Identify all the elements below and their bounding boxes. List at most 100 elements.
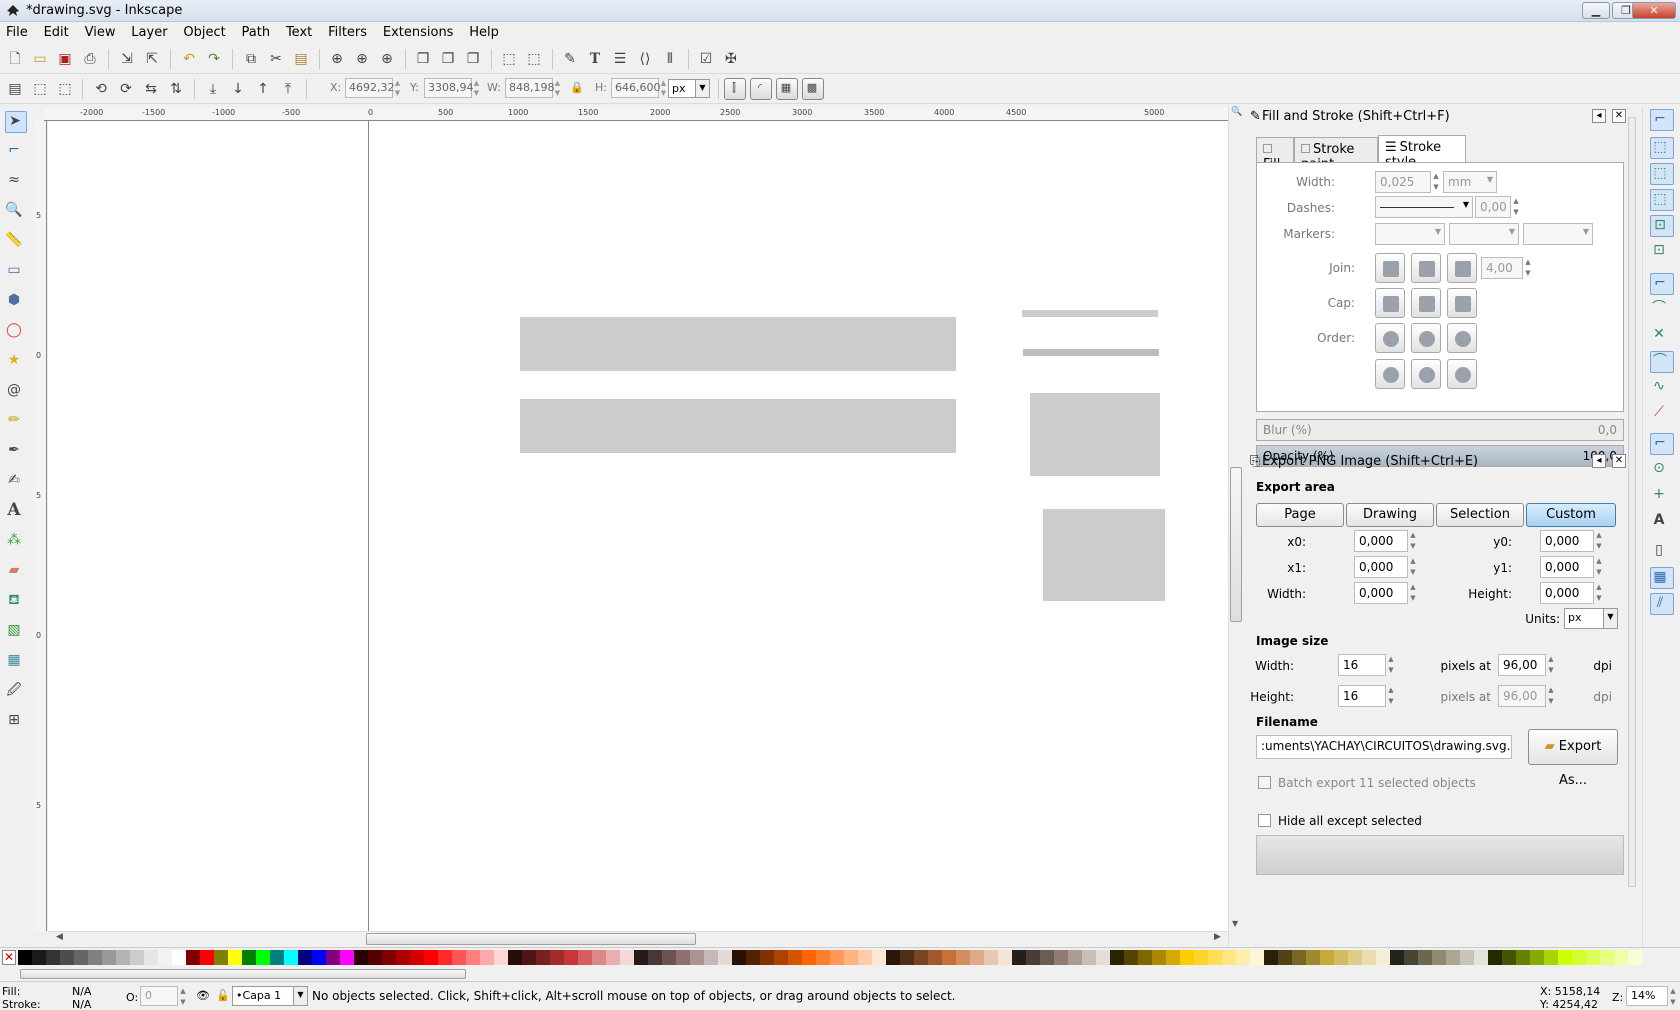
mid-marker-select[interactable]: ▼ (1449, 223, 1519, 245)
vertical-scrollbar[interactable]: 🔍 ▼ (1228, 107, 1242, 946)
color-swatch[interactable] (956, 950, 970, 965)
panel-iconify-icon[interactable]: ◂ (1592, 109, 1606, 123)
gradient-tool[interactable]: ▧ (5, 621, 27, 643)
layer-select[interactable]: •Capa 1 ▼ (232, 986, 308, 1006)
miter-limit-spinner[interactable]: ▲ ▼ (1523, 257, 1533, 279)
color-swatch[interactable] (32, 950, 46, 965)
color-swatch[interactable] (522, 950, 536, 965)
color-swatch[interactable] (900, 950, 914, 965)
color-swatch[interactable] (1376, 950, 1390, 965)
menu-layer[interactable]: Layer (125, 22, 173, 40)
select-all-button[interactable]: ▤ (6, 80, 24, 98)
color-swatch[interactable] (1530, 950, 1544, 965)
raise-button[interactable]: ↑ (254, 80, 272, 98)
image-height-field[interactable]: 16 (1338, 685, 1386, 707)
ellipse-tool[interactable]: ◯ (5, 321, 27, 343)
color-swatch[interactable] (410, 950, 424, 965)
order-stroke-fill-markers-button[interactable] (1411, 323, 1441, 353)
order-fill-markers-stroke-button[interactable] (1447, 323, 1477, 353)
import-button[interactable]: ⇲ (118, 50, 136, 68)
snap-page-border-button[interactable]: ▯ (1650, 541, 1674, 563)
start-marker-select[interactable]: ▼ (1375, 223, 1445, 245)
color-swatch[interactable] (1418, 950, 1432, 965)
spiral-tool[interactable]: @ (5, 381, 27, 403)
color-swatch[interactable] (1320, 950, 1334, 965)
color-swatch[interactable] (1124, 950, 1138, 965)
color-swatch[interactable] (1264, 950, 1278, 965)
order-markers-stroke-fill-button[interactable] (1447, 359, 1477, 389)
color-swatch[interactable] (1208, 950, 1222, 965)
snap-grid-button[interactable]: ▦ (1650, 567, 1674, 589)
color-swatch[interactable] (634, 950, 648, 965)
color-swatch[interactable] (970, 950, 984, 965)
color-swatch[interactable] (88, 950, 102, 965)
color-swatch[interactable] (396, 950, 410, 965)
export-height-spinner[interactable]: ▲ ▼ (1594, 582, 1604, 604)
color-swatch[interactable] (1082, 950, 1096, 965)
transform-patterns-toggle[interactable]: ▩ (802, 78, 824, 100)
round-join-button[interactable] (1411, 253, 1441, 283)
copy-button[interactable]: ⧉ (242, 50, 260, 68)
color-swatch[interactable] (1026, 950, 1040, 965)
color-swatch[interactable] (382, 950, 396, 965)
h-spinner[interactable]: ▲ ▼ (659, 78, 668, 98)
color-swatch[interactable] (200, 950, 214, 965)
menu-extensions[interactable]: Extensions (377, 22, 460, 40)
y1-spinner[interactable]: ▲ ▼ (1594, 556, 1604, 578)
snap-toggle-button[interactable]: ⌐ (1650, 109, 1674, 131)
menu-edit[interactable]: Edit (38, 22, 75, 40)
tab-stroke-style[interactable]: ☰Stroke style (1378, 135, 1466, 170)
color-swatch[interactable] (116, 950, 130, 965)
snap-bbox-edge-button[interactable]: ⬚ (1650, 163, 1674, 185)
export-as-button[interactable]: ▰ Export As... (1528, 729, 1618, 788)
order-markers-fill-stroke-button[interactable] (1375, 359, 1405, 389)
color-swatch[interactable] (746, 950, 760, 965)
rectangle-shape[interactable] (520, 317, 956, 371)
image-width-spinner[interactable]: ▲ ▼ (1386, 654, 1396, 676)
color-swatch[interactable] (1502, 950, 1516, 965)
panel-close-icon[interactable]: ✕ (1612, 454, 1626, 468)
color-swatch[interactable] (312, 950, 326, 965)
color-swatch[interactable] (256, 950, 270, 965)
raise-to-top-button[interactable]: ⤒ (279, 80, 297, 98)
color-swatch[interactable] (494, 950, 508, 965)
star-tool[interactable]: ★ (5, 351, 27, 373)
color-swatch[interactable] (578, 950, 592, 965)
text-font-dialog-button[interactable]: T (586, 50, 604, 68)
color-swatch[interactable] (872, 950, 886, 965)
dock-scrollbar[interactable] (1628, 117, 1636, 887)
color-swatch[interactable] (1404, 950, 1418, 965)
zoom-drawing-button[interactable]: ⊕ (353, 50, 371, 68)
snap-text-baseline-button[interactable]: A (1650, 511, 1674, 533)
dropper-tool[interactable]: 🖉 (5, 681, 27, 703)
zoom-tool[interactable]: 🔍 (5, 201, 27, 223)
dpi-x-spinner[interactable]: ▲ ▼ (1546, 654, 1556, 676)
tweak-tool[interactable]: ≈ (5, 171, 27, 193)
order-stroke-markers-fill-button[interactable] (1411, 359, 1441, 389)
snap-intersections-button[interactable]: ✕ (1650, 325, 1674, 347)
color-swatch[interactable] (438, 950, 452, 965)
y0-spinner[interactable]: ▲ ▼ (1594, 530, 1604, 552)
color-swatch[interactable] (60, 950, 74, 965)
x-field[interactable]: 4692,32 (345, 78, 395, 98)
open-button[interactable]: ▭ (31, 50, 49, 68)
zoom-page-button[interactable]: ⊕ (378, 50, 396, 68)
color-swatch[interactable] (1390, 950, 1404, 965)
save-button[interactable]: ▣ (56, 50, 74, 68)
color-swatch[interactable] (676, 950, 690, 965)
image-height-spinner[interactable]: ▲ ▼ (1386, 685, 1396, 707)
eraser-tool[interactable]: ▰ (5, 561, 27, 583)
rotate-ccw-button[interactable]: ⟲ (92, 80, 110, 98)
color-swatch[interactable] (424, 950, 438, 965)
dpi-x-field[interactable]: 96,00 (1498, 654, 1546, 676)
x0-field[interactable]: 0,000 (1354, 530, 1408, 552)
scale-stroke-toggle[interactable]: ⫿ (724, 78, 746, 100)
export-button[interactable]: ⇱ (143, 50, 161, 68)
palette-scrollbar[interactable] (0, 967, 1680, 981)
color-swatch[interactable] (466, 950, 480, 965)
color-swatch[interactable] (508, 950, 522, 965)
unit-select[interactable]: px ▼ (668, 79, 710, 98)
layer-lock-icon[interactable]: 🔓 (216, 989, 230, 1002)
export-custom-button[interactable]: Custom (1526, 503, 1616, 527)
square-cap-button[interactable] (1447, 288, 1477, 318)
